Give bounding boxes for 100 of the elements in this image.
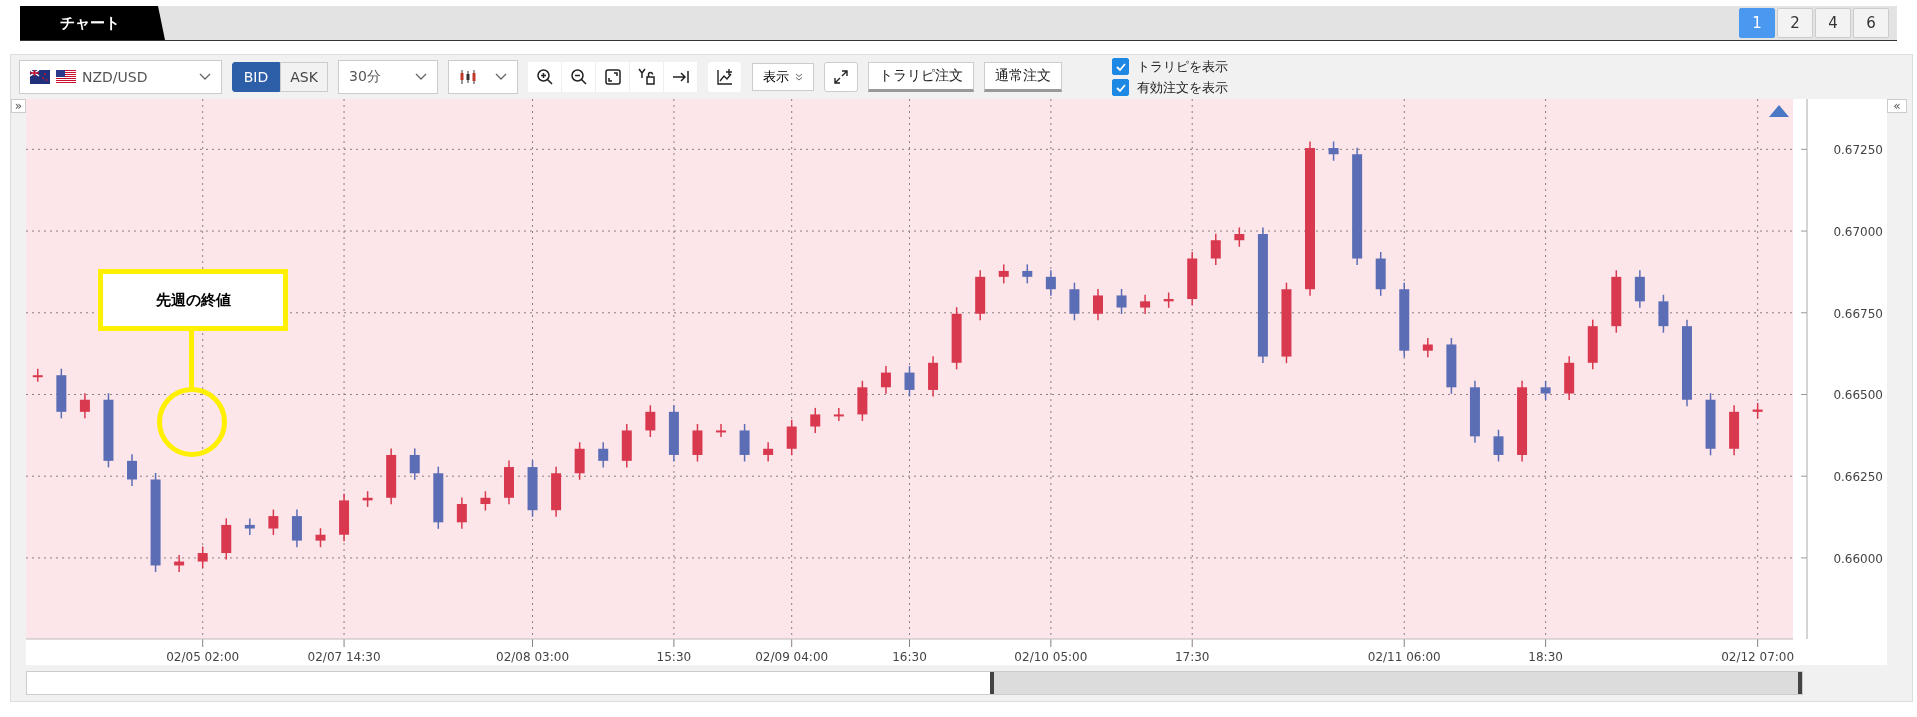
order-button[interactable]: 通常注文 (984, 62, 1062, 92)
candlestick (1729, 404, 1740, 457)
y-axis-label: 0.66000 (1833, 551, 1883, 566)
y-axis-label: 0.66750 (1833, 306, 1883, 321)
y-axis-label: 0.66500 (1833, 388, 1883, 403)
fullscreen-icon[interactable] (824, 62, 858, 92)
checkbox[interactable] (1112, 79, 1129, 96)
x-axis-label: 17:30 (1174, 650, 1210, 664)
chart-type-dropdown[interactable] (448, 60, 518, 94)
candlestick (810, 407, 821, 434)
chevron-down-icon (495, 73, 507, 81)
candlestick (1375, 251, 1386, 297)
candlestick (1116, 288, 1127, 315)
x-axis-label: 18:30 (1528, 650, 1563, 664)
candlestick (1446, 337, 1457, 395)
candlestick (1422, 337, 1433, 358)
candlestick (174, 554, 185, 573)
candlestick (1045, 269, 1056, 297)
candlestick (880, 365, 891, 395)
order-button[interactable]: トラリピ注文 (868, 62, 974, 92)
candlestick (1140, 294, 1151, 315)
candlestick (1234, 226, 1245, 248)
candlestick (1634, 269, 1645, 309)
x-axis-label: 15:30 (656, 650, 692, 664)
zoom-in-icon[interactable] (528, 62, 562, 92)
x-axis-label: 02/11 06:00 (1367, 650, 1441, 664)
expand-button[interactable]: » (11, 99, 26, 113)
collapse-button[interactable]: « (1887, 99, 1907, 113)
candlestick (480, 490, 491, 512)
display-dropdown[interactable]: 表示 (752, 63, 814, 91)
add-indicator-icon[interactable] (708, 62, 742, 92)
candlestick (291, 508, 302, 548)
timeframe-dropdown[interactable]: 30分 (338, 60, 438, 94)
candlestick (551, 466, 562, 518)
scroll-bar[interactable] (26, 671, 1803, 695)
candlestick (504, 459, 514, 506)
candlestick (386, 447, 397, 506)
candlestick (951, 306, 962, 371)
layout-tab[interactable]: 4 (1815, 8, 1851, 38)
scroll-up-icon[interactable] (1769, 105, 1789, 117)
y-axis-label: 0.67000 (1833, 225, 1883, 240)
candlestick (1022, 263, 1033, 285)
checkbox[interactable] (1112, 58, 1129, 75)
candlestick (1328, 140, 1339, 162)
candlestick (362, 490, 373, 508)
candlestick (56, 367, 67, 420)
chevron-down-icon (415, 73, 427, 81)
x-axis-label: 16:30 (892, 650, 927, 664)
candlestick (904, 365, 915, 398)
candlestick (1210, 232, 1221, 266)
candlestick (244, 517, 255, 536)
candlestick (79, 392, 90, 420)
candlestick (1069, 281, 1080, 322)
price-side-toggle[interactable]: ASK (280, 62, 328, 92)
candlestick (739, 423, 750, 463)
candlestick (1564, 355, 1575, 401)
checkbox-label: 有効注文を表示 (1137, 78, 1228, 97)
candlestick-icon (459, 68, 477, 86)
annotation-callout: 先週の終値 (98, 269, 288, 331)
candlestick (197, 545, 208, 569)
candlestick (716, 423, 726, 438)
candlestick (1658, 294, 1669, 334)
x-axis-label: 02/07 14:30 (307, 650, 381, 664)
candlestick (1469, 380, 1480, 444)
candlestick (315, 527, 326, 548)
candlestick (1187, 251, 1198, 307)
candlestick (456, 496, 467, 530)
candlestick (268, 508, 279, 536)
highlight-circle (157, 387, 227, 457)
candlestick (127, 453, 137, 487)
candlestick (668, 404, 679, 463)
y-axis-label: 0.66250 (1833, 470, 1883, 485)
x-axis-label: 02/05 02:00 (166, 650, 240, 664)
layout-tab[interactable]: 6 (1853, 8, 1889, 38)
candlestick (574, 441, 585, 481)
currency-pair-dropdown[interactable]: NZD/USD (19, 60, 222, 94)
candlestick (1163, 291, 1174, 309)
candlestick (975, 269, 986, 322)
x-axis-label: 02/08 03:00 (496, 650, 570, 664)
layout-tab[interactable]: 2 (1777, 8, 1813, 38)
candlestick (433, 466, 444, 530)
candlestick (1493, 429, 1504, 463)
double-chevron-icon (795, 73, 803, 81)
x-axis-label: 02/10 05:00 (1014, 650, 1088, 664)
candlestick (339, 493, 350, 542)
candlestick (928, 355, 939, 398)
candlestick (1611, 269, 1622, 334)
candlestick (598, 441, 609, 469)
x-axis-label: 02/12 07:00 (1721, 650, 1795, 664)
candlestick (645, 404, 656, 438)
candlestick (621, 423, 632, 469)
candlestick (1093, 288, 1103, 322)
candlestick (833, 407, 844, 422)
candlestick (1752, 402, 1763, 420)
candlestick (763, 441, 774, 463)
flag-icon (56, 70, 76, 84)
price-side-toggle[interactable]: BID (232, 62, 280, 92)
candlestick (1705, 392, 1716, 457)
candlestick (1587, 318, 1598, 371)
candlestick (221, 517, 232, 561)
